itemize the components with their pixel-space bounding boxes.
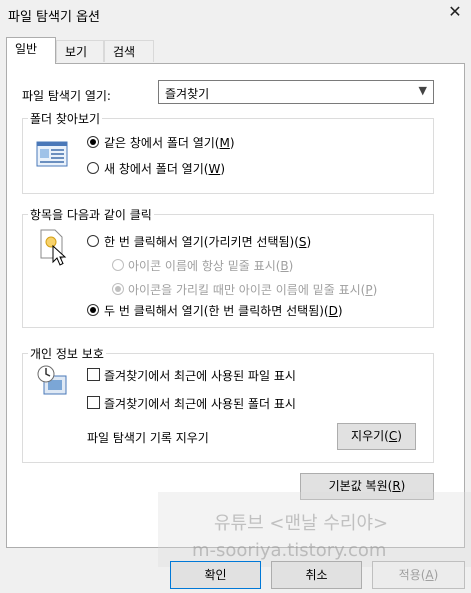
clear-history-label: 파일 탐색기 기록 지우기 (87, 431, 209, 445)
folder-window-icon (36, 140, 68, 168)
privacy-title: 개인 정보 보호 (28, 345, 106, 362)
single-click-label[interactable]: 한 번 클릭해서 열기(가리키면 선택됨)(S) (104, 233, 311, 250)
underline-hover-key: P (365, 283, 373, 297)
folder-browse-title: 폴더 찾아보기 (28, 110, 103, 127)
pointer-click-icon (38, 228, 68, 266)
cancel-button[interactable]: 취소 (271, 561, 362, 589)
underline-always-label: 아이콘 이름에 항상 밑줄 표시(B) (128, 259, 294, 273)
same-window-label[interactable]: 같은 창에서 폴더 열기(M) (104, 134, 235, 151)
close-icon[interactable]: ✕ (443, 2, 467, 22)
checkbox-frequent-folders[interactable] (87, 396, 100, 409)
open-explorer-select[interactable]: 즐겨찾기 ▼ (158, 80, 434, 104)
radio-underline-always (112, 259, 124, 271)
watermark-line1: 유튜브 <맨날 수리야> (214, 513, 389, 534)
new-window-key: W (208, 162, 221, 176)
radio-underline-hover (112, 283, 124, 295)
tab-general[interactable]: 일반 (6, 37, 56, 64)
window-title: 파일 탐색기 옵션 (8, 10, 100, 25)
underline-always-key: B (280, 259, 289, 273)
open-explorer-label: 파일 탐색기 열기: (22, 89, 111, 103)
radio-single-click[interactable] (87, 235, 99, 247)
tab-search-label: 검색 (113, 45, 136, 59)
apply-button[interactable]: 적용(A) (372, 561, 465, 589)
apply-button-key: A (425, 568, 434, 582)
new-window-label[interactable]: 새 창에서 폴더 열기(W) (104, 160, 225, 177)
tab-general-label: 일반 (15, 42, 38, 56)
radio-same-window[interactable] (87, 136, 99, 148)
double-click-key: D (328, 304, 338, 318)
open-explorer-value: 즐겨찾기 (165, 87, 210, 101)
watermark-line2: m-sooriya.tistory.com (192, 540, 387, 561)
double-click-text: 두 번 클릭해서 열기(한 번 클릭하면 선택됨)( (104, 304, 329, 318)
folder-browse-group (22, 118, 434, 194)
radio-new-window[interactable] (87, 162, 99, 174)
underline-always-text: 아이콘 이름에 항상 밑줄 표시( (128, 259, 281, 273)
clear-button-text: 지우기( (351, 429, 389, 443)
same-window-text: 같은 창에서 폴더 열기( (104, 136, 220, 150)
ok-button[interactable]: 확인 (170, 561, 261, 589)
new-window-text: 새 창에서 폴더 열기( (104, 162, 209, 176)
restore-defaults-text: 기본값 복원( (328, 479, 393, 493)
same-window-key: M (219, 136, 230, 150)
double-click-label[interactable]: 두 번 클릭해서 열기(한 번 클릭하면 선택됨)(D) (104, 302, 343, 319)
underline-hover-label: 아이콘을 가리킬 때만 아이콘 이름에 밑줄 표시(P) (128, 283, 378, 297)
restore-defaults-key: R (392, 479, 401, 493)
recent-files-label[interactable]: 즐겨찾기에서 최근에 사용된 파일 표시 (104, 367, 296, 384)
clear-button-key: C (388, 429, 398, 443)
single-click-text: 한 번 클릭해서 열기(가리키면 선택됨)( (104, 235, 299, 249)
frequent-folders-label[interactable]: 즐겨찾기에서 최근에 사용된 폴더 표시 (104, 395, 296, 412)
tab-view-label: 보기 (65, 45, 88, 59)
apply-button-text: 적용( (398, 568, 426, 582)
tab-view[interactable]: 보기 (56, 40, 104, 62)
privacy-icon (36, 364, 70, 398)
checkbox-recent-files[interactable] (87, 368, 100, 381)
underline-hover-text: 아이콘을 가리킬 때만 아이콘 이름에 밑줄 표시( (128, 283, 366, 297)
single-click-key: S (298, 235, 307, 249)
clear-history-button[interactable]: 지우기(C) (337, 423, 416, 450)
tab-search[interactable]: 검색 (104, 40, 154, 62)
chevron-down-icon: ▼ (418, 84, 427, 97)
click-items-title: 항목을 다음과 같이 클릭 (28, 206, 154, 223)
radio-double-click[interactable] (87, 304, 99, 316)
